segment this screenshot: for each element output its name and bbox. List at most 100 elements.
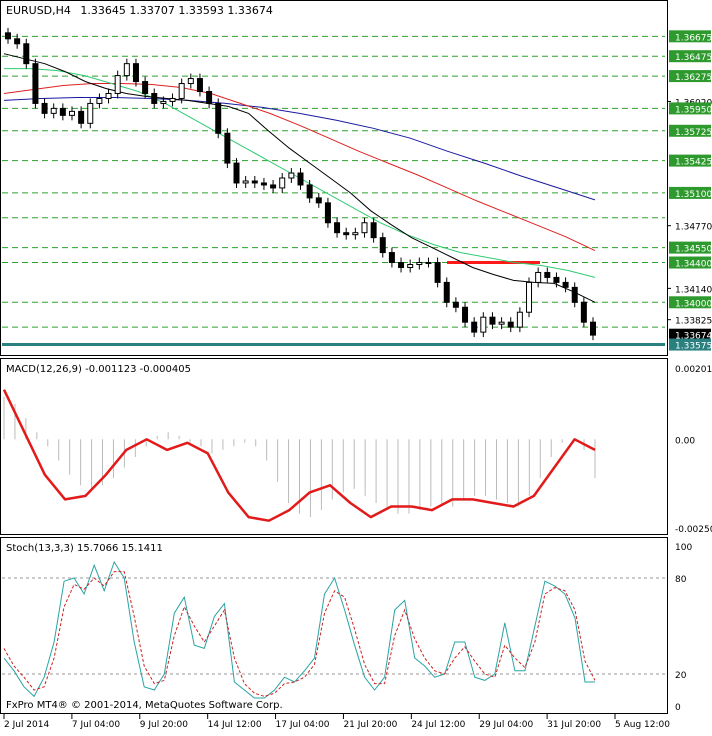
- bear-candle-body: [324, 202, 331, 224]
- candle: [242, 176, 249, 188]
- candle: [78, 106, 85, 129]
- price-tick-label: 1.36475: [675, 53, 712, 63]
- candle: [398, 257, 405, 273]
- price-tick-label: 1.35725: [675, 128, 712, 138]
- trading-chart[interactable]: 1.366751.364751.362751.360201.359501.357…: [0, 0, 712, 732]
- candle: [206, 86, 213, 109]
- time-tick-label: 5 Aug 12:00: [615, 720, 670, 730]
- price-tick-label: 1.33575: [675, 342, 712, 352]
- bull-candle-body: [407, 264, 414, 268]
- bear-candle-body: [507, 321, 514, 328]
- time-tick-label: 31 Jul 20:00: [547, 720, 601, 730]
- bull-candle-body: [361, 222, 368, 234]
- bear-candle-body: [398, 262, 405, 268]
- time-tick-label: 17 Jul 04:00: [276, 720, 330, 730]
- bear-candle-body: [59, 107, 66, 116]
- candle: [462, 302, 469, 328]
- candle: [297, 168, 304, 190]
- bull-candle-body: [516, 311, 523, 328]
- price-axis: 1.366751.364751.362751.360201.359501.357…: [667, 30, 712, 352]
- bull-candle-body: [279, 177, 286, 189]
- candle: [407, 259, 414, 273]
- candle: [526, 277, 533, 318]
- price-tick-label: 1.34000: [675, 299, 712, 309]
- bear-candle-body: [196, 78, 203, 92]
- bear-candle-body: [452, 301, 459, 308]
- macd-panel-frame: [0, 358, 668, 535]
- bull-candle-body: [105, 92, 112, 99]
- bull-candle-body: [480, 316, 487, 333]
- bear-candle-body: [270, 184, 277, 189]
- candle: [315, 192, 322, 208]
- stoch-tick-label: 20: [675, 671, 687, 681]
- candle: [443, 277, 450, 308]
- bull-candle-body: [242, 180, 249, 184]
- bull-candle-body: [160, 100, 167, 104]
- bull-candle-body: [288, 172, 295, 179]
- candle: [334, 217, 341, 238]
- time-axis: 2 Jul 2014 7 Jul 04:00 9 Jul 20:00 14 Jul 1…: [3, 714, 670, 730]
- bear-candle-body: [151, 92, 158, 104]
- candle: [196, 73, 203, 97]
- bear-candle-body: [297, 172, 304, 186]
- price-tick-label: 1.33825: [675, 317, 712, 327]
- price-tick-label: 1.35950: [675, 105, 712, 115]
- bear-candle-body: [315, 197, 322, 204]
- price-tick-label: 1.35425: [675, 158, 712, 168]
- bear-candle-body: [388, 252, 395, 264]
- candle: [562, 277, 569, 293]
- candle: [123, 58, 130, 81]
- bear-candle-body: [434, 262, 441, 283]
- candle: [507, 317, 514, 333]
- time-tick-label: 7 Jul 04:00: [72, 720, 121, 730]
- candle: [50, 103, 57, 119]
- price-tick-label: 1.34770: [675, 223, 712, 233]
- copyright-note: FxPro MT4® © 2001-2014, MetaQuotes Softw…: [6, 700, 283, 711]
- bull-candle-body: [535, 271, 542, 283]
- bull-candle-body: [169, 97, 176, 102]
- candle: [96, 93, 103, 109]
- macd-tick-label: 0.002014: [675, 365, 712, 375]
- price-tick-label: 1.36275: [675, 73, 712, 83]
- candle: [233, 158, 240, 188]
- bull-candle-body: [352, 232, 359, 236]
- candle: [87, 98, 94, 129]
- candle: [215, 98, 222, 139]
- bear-candle-body: [41, 102, 48, 114]
- candlesticks: [5, 27, 596, 341]
- candle: [32, 58, 39, 109]
- macd-tick-label: 0.00: [675, 436, 695, 446]
- macd-indicator: 0.002014 0.00 -0.002507: [2, 365, 712, 535]
- stochastic-indicator: 100 80 20 0: [2, 543, 692, 713]
- macd-tick-label: -0.002507: [675, 525, 712, 535]
- candle: [270, 179, 277, 193]
- ohlc-values: 1.33645 1.33707 1.33593 1.33674: [80, 4, 272, 17]
- bear-candle-body: [343, 232, 350, 236]
- bear-candle-body: [206, 90, 213, 104]
- candle: [388, 247, 395, 268]
- stoch-panel-frame: [0, 537, 668, 714]
- time-tick-label: 9 Jul 20:00: [140, 720, 189, 730]
- price-tick-label: 1.34140: [675, 285, 712, 295]
- candle: [452, 297, 459, 313]
- bear-candle-body: [443, 281, 450, 303]
- price-tick-label: 1.35100: [675, 190, 712, 200]
- stoch-tick-label: 100: [675, 543, 692, 553]
- candle: [251, 176, 258, 188]
- bear-candle-body: [32, 63, 39, 104]
- bear-candle-body: [462, 306, 469, 323]
- bear-candle-body: [251, 180, 258, 184]
- price-tick-label: 1.36675: [675, 33, 712, 43]
- bear-candle-body: [471, 321, 478, 333]
- stoch-tick-label: 80: [675, 575, 687, 585]
- candle: [132, 58, 139, 87]
- candle: [288, 168, 295, 183]
- bear-candle-body: [132, 63, 139, 83]
- bull-candle-body: [498, 321, 505, 325]
- candle: [260, 178, 267, 190]
- time-tick-label: 21 Jul 20:00: [343, 720, 397, 730]
- bear-candle-body: [260, 182, 267, 186]
- bear-candle-body: [224, 132, 231, 164]
- bull-candle-body: [178, 83, 185, 99]
- bear-candle-body: [78, 110, 85, 124]
